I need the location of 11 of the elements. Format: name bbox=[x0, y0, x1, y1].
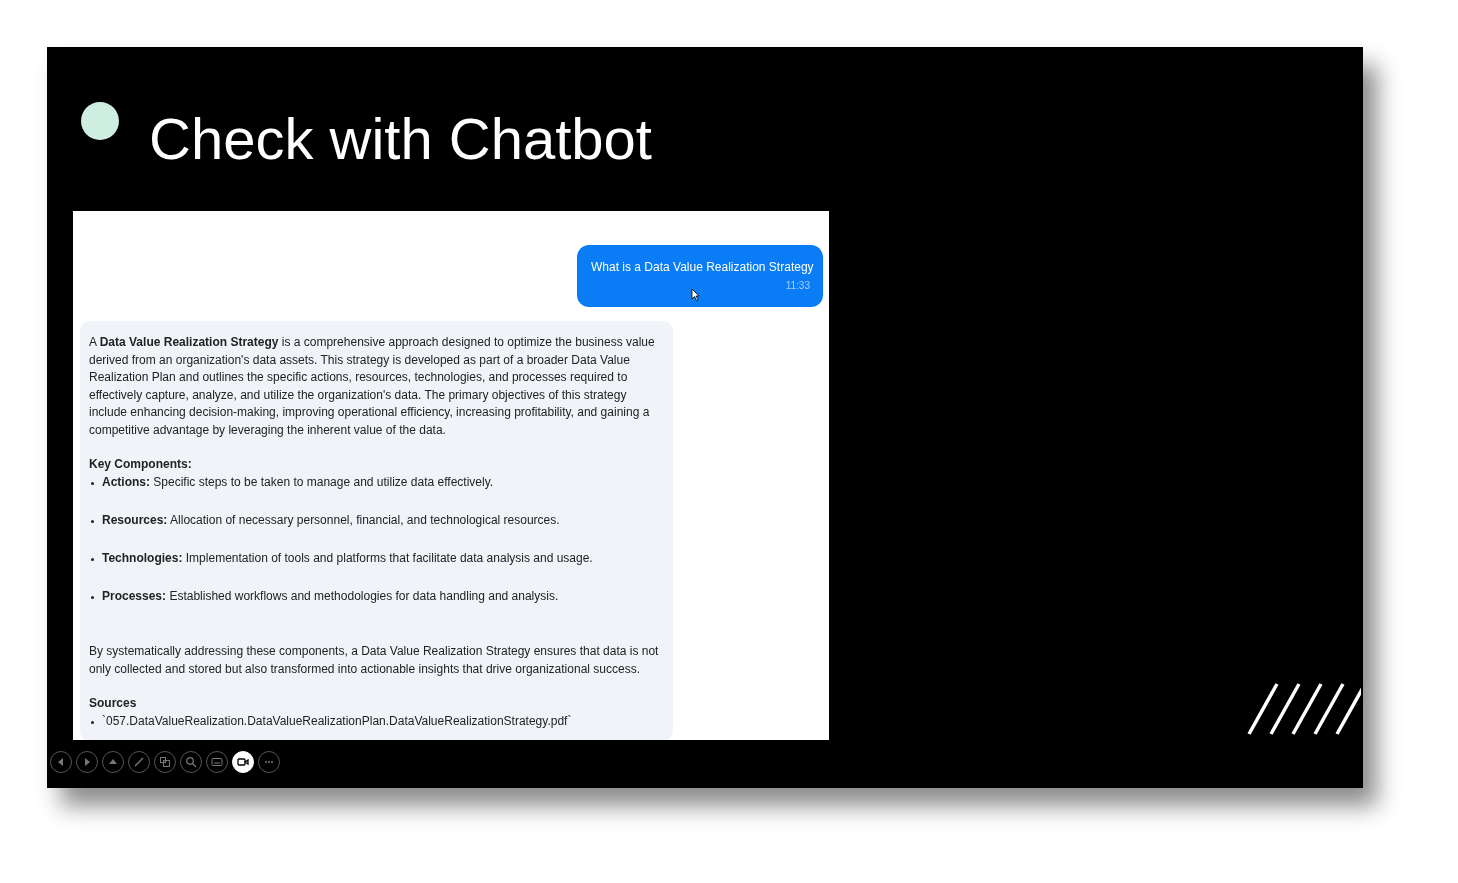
bullet-item: Processes: Established workflows and methodologies for data handling and analysis. bbox=[102, 587, 559, 605]
source-item: `057.DataValueRealization.DataValueRealizationPlan.DataValueRealizationStrategy.pdf` bbox=[102, 712, 572, 730]
bullet-item: Resources: Allocation of necessary personnel, financial, and technological resources. bbox=[102, 511, 560, 529]
message-time: 11:33 bbox=[785, 280, 810, 291]
section-heading: Sources bbox=[89, 695, 138, 712]
section-heading: Key Components: bbox=[89, 456, 193, 473]
message-paragraph: A Data Value Realization Strategy is a comprehensive approach designed to optimize the business value derived from an organization's data assets. This strategy is developed as part of a broader Data Value Realization Plan and outlines the specific actions, resources, technologies, and processes required to effectively capture, analyze, and utilize the organization's data. The primary objectives of this strategy include enhancing decision-making, improving operational efficiency, increasing profitability, and gaining a competitive advantage by leveraging the inherent value of the data. bbox=[89, 334, 656, 439]
slide-title: Check with Chatbot bbox=[149, 105, 652, 171]
bullet-item: Technologies: Implementation of tools and platforms that facilitate data analysis and usage. bbox=[102, 549, 593, 567]
bullet-item: Actions: Specific steps to be taken to manage and utilize data effectively. bbox=[102, 473, 494, 491]
message-paragraph: By systematically addressing these components, a Data Value Realization Strategy ensures that data is not only collected and stored but also transformed into actionable insights that drive organizational success. bbox=[89, 643, 659, 678]
